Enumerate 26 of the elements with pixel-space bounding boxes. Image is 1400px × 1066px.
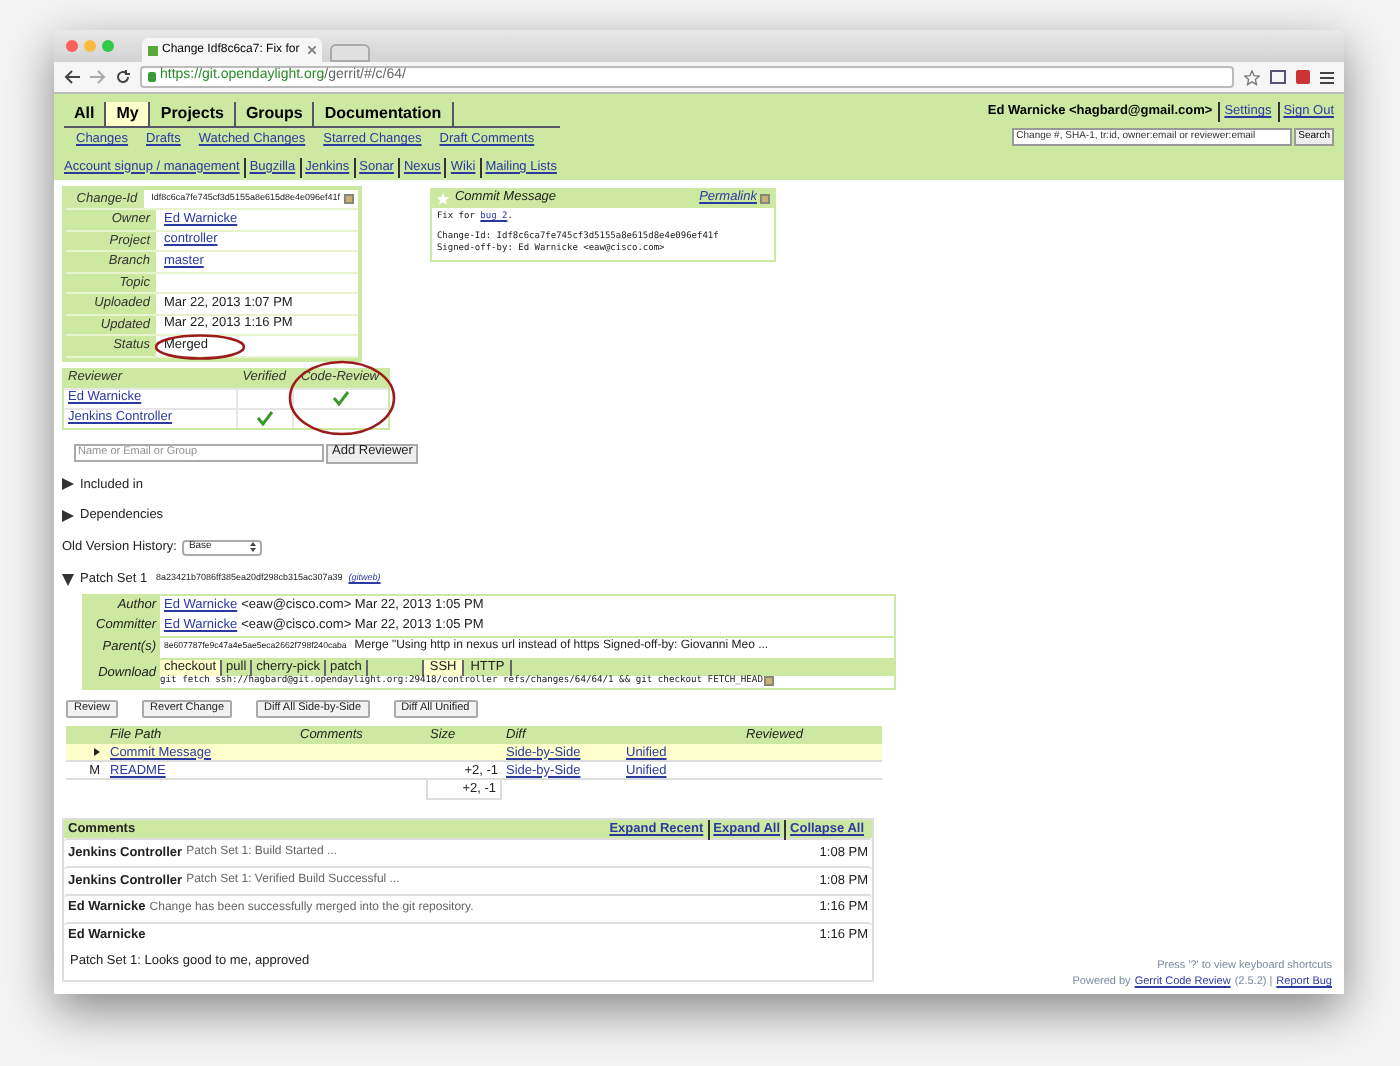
forward-icon[interactable] (90, 70, 106, 84)
back-icon[interactable] (64, 70, 80, 84)
nav-tab[interactable]: Projects (150, 102, 236, 126)
nav-tab[interactable]: My (106, 102, 151, 126)
dropdown-arrows-icon (250, 542, 257, 553)
copy-icon[interactable] (764, 676, 775, 687)
collapsed-triangle-icon[interactable] (62, 478, 74, 491)
check-icon (256, 410, 274, 426)
star-icon[interactable] (436, 191, 451, 205)
collapsed-triangle-icon[interactable] (62, 510, 74, 523)
close-tab-icon[interactable] (308, 46, 316, 54)
copy-icon[interactable] (344, 193, 354, 204)
star-icon[interactable] (1244, 69, 1260, 85)
highlight-circle (288, 359, 396, 435)
check-icon (332, 390, 350, 406)
highlight-circle (154, 333, 246, 359)
current-row-pointer-icon (94, 748, 100, 757)
expanded-triangle-icon[interactable] (62, 573, 74, 586)
reload-icon[interactable] (116, 70, 130, 84)
copy-icon[interactable] (760, 193, 771, 203)
favicon-icon (148, 45, 158, 55)
nav-tab[interactable]: Documentation (314, 102, 454, 126)
menu-icon[interactable] (1320, 71, 1334, 83)
close-window-icon[interactable] (66, 40, 78, 52)
nav-tab[interactable]: Groups (235, 102, 315, 126)
lock-icon (148, 72, 156, 82)
